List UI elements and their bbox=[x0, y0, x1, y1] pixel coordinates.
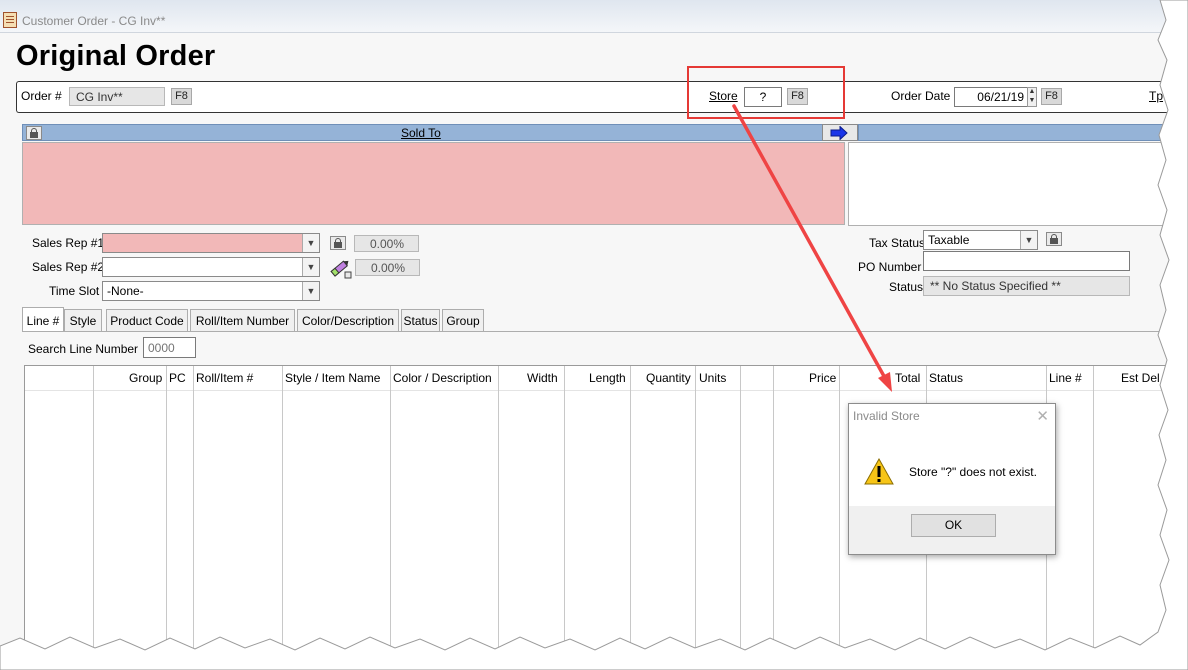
dialog-message: Store "?" does not exist. bbox=[909, 465, 1037, 479]
dialog-body: Store "?" does not exist. bbox=[849, 428, 1055, 506]
annotation-arrow bbox=[732, 104, 892, 392]
ok-button[interactable]: OK bbox=[911, 514, 996, 537]
customer-order-window: Customer Order - CG Inv** Original Order… bbox=[0, 0, 1188, 670]
invalid-store-dialog: Invalid Store ✕ Store "?" does not exist… bbox=[848, 403, 1056, 555]
warning-icon bbox=[864, 458, 894, 485]
dialog-title-bar: Invalid Store ✕ bbox=[849, 404, 1055, 428]
close-icon[interactable]: ✕ bbox=[1036, 407, 1049, 425]
dialog-title: Invalid Store bbox=[853, 409, 920, 423]
